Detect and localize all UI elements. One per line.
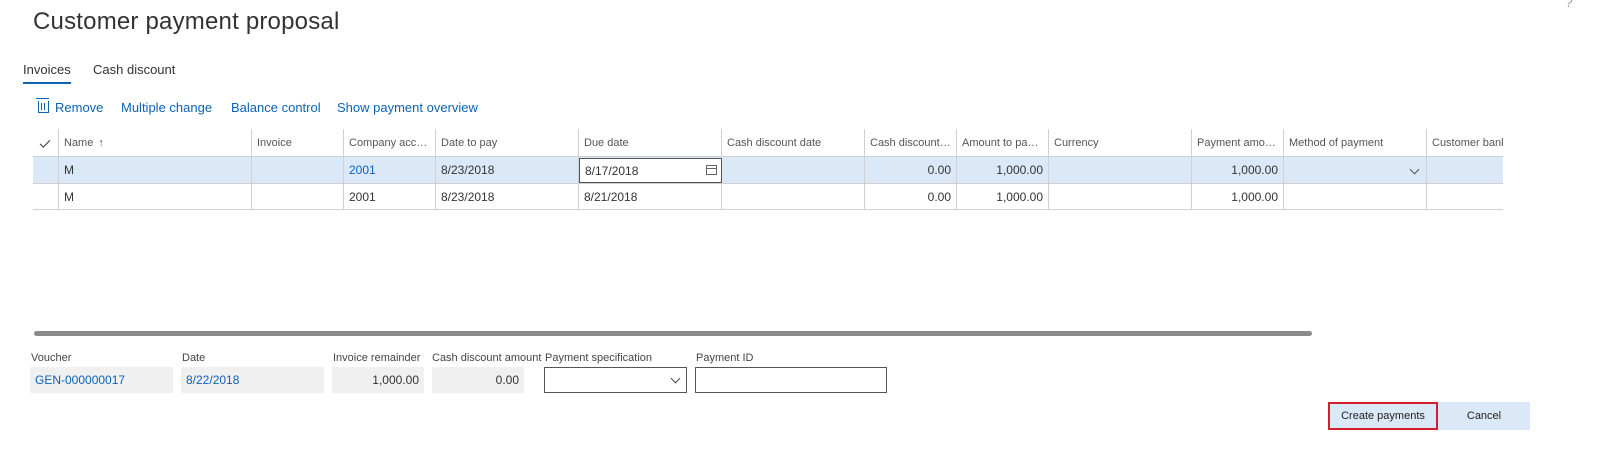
column-header-method-of-payment[interactable]: Method of payment — [1284, 129, 1427, 156]
multiple-change-button[interactable]: Multiple change — [121, 100, 212, 115]
invoice-remainder-label: Invoice remainder — [333, 352, 421, 364]
cell-date-to-pay[interactable]: 8/23/2018 — [436, 184, 579, 209]
trash-icon — [36, 98, 49, 113]
row-selector[interactable] — [33, 157, 59, 183]
chevron-down-icon[interactable] — [670, 373, 681, 384]
column-header-payment-amount[interactable]: Payment amount — [1192, 129, 1284, 156]
cell-currency[interactable] — [1049, 157, 1192, 183]
create-payments-button[interactable]: Create payments — [1328, 402, 1438, 430]
grid-header-row: Name ↑ Invoice Company accou... Date to p… — [33, 129, 1503, 156]
cell-name[interactable]: M — [59, 157, 252, 183]
column-header-invoice[interactable]: Invoice — [252, 129, 344, 156]
column-header-currency[interactable]: Currency — [1049, 129, 1192, 156]
tab-invoices[interactable]: Invoices — [23, 62, 71, 84]
cash-discount-amount-field: 0.00 — [432, 367, 524, 393]
cell-due-date[interactable]: 8/21/2018 — [579, 184, 722, 209]
column-header-name-label: Name — [64, 137, 94, 149]
help-icon[interactable]: ? — [1565, 0, 1573, 10]
cell-customer-bank[interactable] — [1427, 184, 1503, 209]
select-all-checkbox[interactable] — [33, 129, 59, 156]
cell-payment-amount[interactable]: 1,000.00 — [1192, 184, 1284, 209]
cell-amount-to-pay[interactable]: 1,000.00 — [957, 184, 1049, 209]
balance-control-button[interactable]: Balance control — [231, 100, 321, 115]
payment-id-input[interactable] — [695, 367, 887, 393]
invoice-grid: Name ↑ Invoice Company accou... Date to p… — [33, 129, 1503, 211]
cell-amount-to-pay[interactable]: 1,000.00 — [957, 157, 1049, 183]
column-header-customer-bank[interactable]: Customer bank — [1427, 129, 1503, 156]
due-date-value: 8/17/2018 — [585, 164, 639, 178]
remove-button[interactable]: Remove — [36, 98, 104, 115]
tab-cash-discount[interactable]: Cash discount — [93, 62, 175, 82]
cell-company-account[interactable]: 2001 — [344, 157, 436, 183]
chevron-down-icon[interactable] — [1409, 164, 1420, 175]
cell-date-to-pay[interactable]: 8/23/2018 — [436, 157, 579, 183]
cell-cash-discount-amount[interactable]: 0.00 — [865, 157, 957, 183]
voucher-label: Voucher — [31, 352, 72, 364]
cell-invoice[interactable] — [252, 184, 344, 209]
cell-cash-discount-date[interactable] — [722, 184, 865, 209]
show-payment-overview-button[interactable]: Show payment overview — [337, 100, 478, 115]
cell-invoice[interactable] — [252, 157, 344, 183]
page-title: Customer payment proposal — [33, 8, 340, 35]
cell-cash-discount-amount[interactable]: 0.00 — [865, 184, 957, 209]
calendar-icon[interactable] — [706, 165, 717, 175]
date-field: 8/22/2018 — [181, 367, 324, 393]
table-row[interactable]: M 2001 8/23/2018 8/21/2018 0.00 1,000.00… — [33, 183, 1503, 210]
column-header-date-to-pay[interactable]: Date to pay — [436, 129, 579, 156]
payment-specification-dropdown[interactable] — [544, 367, 687, 393]
cell-customer-bank[interactable] — [1427, 157, 1503, 183]
cell-name[interactable]: M — [59, 184, 252, 209]
cell-company-account[interactable]: 2001 — [344, 184, 436, 209]
cancel-button[interactable]: Cancel — [1438, 402, 1530, 430]
column-header-amount-to-pay[interactable]: Amount to pay i... — [957, 129, 1049, 156]
voucher-field[interactable]: GEN-000000017 — [30, 367, 173, 393]
column-header-cash-discount-amount[interactable]: Cash discount a... — [865, 129, 957, 156]
cell-payment-amount[interactable]: 1,000.00 — [1192, 157, 1284, 183]
column-header-cash-discount-date[interactable]: Cash discount date — [722, 129, 865, 156]
column-header-due-date[interactable]: Due date — [579, 129, 722, 156]
due-date-input[interactable]: 8/17/2018 — [579, 158, 722, 183]
table-row[interactable]: M 2001 8/23/2018 8/17/2018 0.00 1,000.00… — [33, 156, 1503, 183]
remove-label: Remove — [55, 100, 104, 115]
column-header-company-account[interactable]: Company accou... — [344, 129, 436, 156]
cell-currency[interactable] — [1049, 184, 1192, 209]
sort-ascending-icon: ↑ — [98, 137, 104, 149]
check-icon — [39, 136, 51, 148]
cell-cash-discount-date[interactable] — [722, 157, 865, 183]
method-of-payment-dropdown[interactable] — [1284, 157, 1427, 183]
cell-method-of-payment[interactable] — [1284, 184, 1427, 209]
horizontal-scrollbar[interactable] — [34, 331, 1312, 336]
date-label: Date — [182, 352, 206, 364]
column-header-name[interactable]: Name ↑ — [59, 129, 252, 156]
payment-id-label: Payment ID — [696, 352, 754, 364]
payment-specification-label: Payment specification — [545, 352, 652, 364]
cash-discount-amount-label: Cash discount amount — [432, 352, 542, 364]
row-selector[interactable] — [33, 184, 59, 209]
invoice-remainder-field: 1,000.00 — [332, 367, 424, 393]
